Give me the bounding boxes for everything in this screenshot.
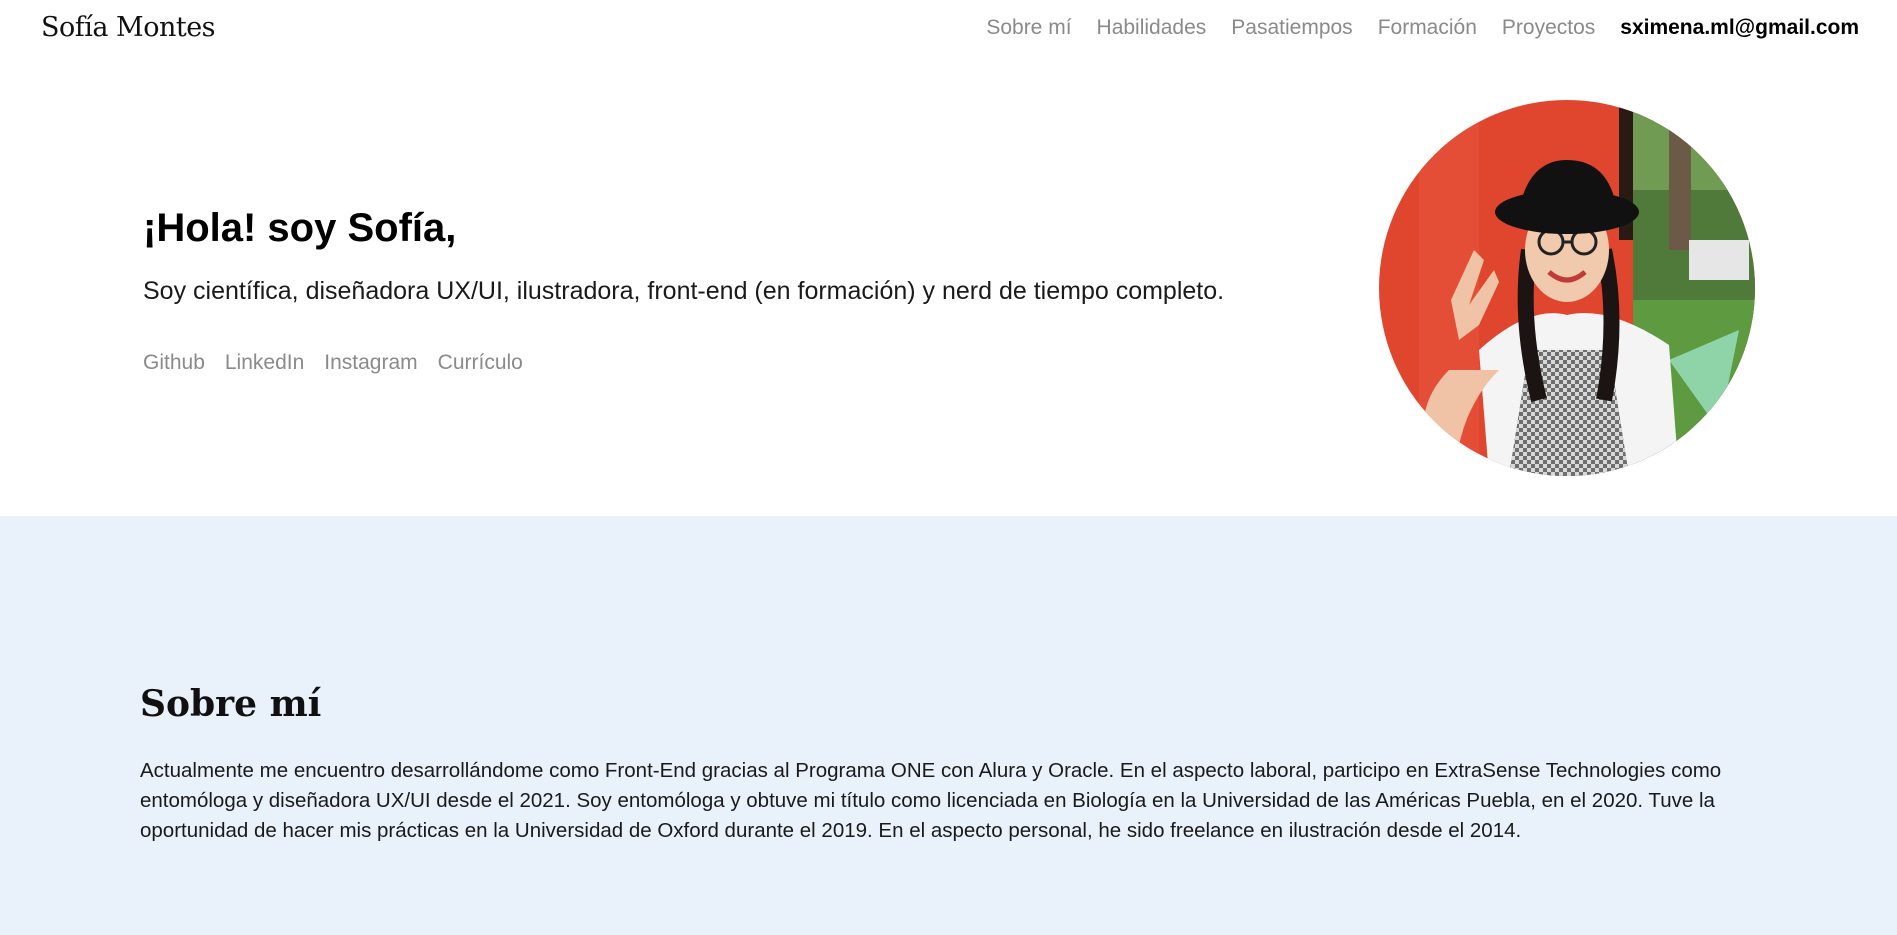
nav-link-about[interactable]: Sobre mí: [986, 16, 1071, 40]
nav-email-link[interactable]: sximena.ml@gmail.com: [1620, 16, 1859, 40]
profile-photo: [1379, 100, 1755, 476]
about-section: Sobre mí Actualmente me encuentro desarr…: [0, 516, 1897, 935]
nav-link-hobbies[interactable]: Pasatiempos: [1231, 16, 1352, 40]
hero-subtitle: Soy científica, diseñadora UX/UI, ilustr…: [143, 277, 1225, 305]
main-nav: Sobre mí Habilidades Pasatiempos Formaci…: [986, 16, 1859, 40]
profile-photo-illustration: [1379, 100, 1755, 476]
about-paragraph: Actualmente me encuentro desarrollándome…: [140, 759, 1722, 842]
nav-link-skills[interactable]: Habilidades: [1097, 16, 1207, 40]
instagram-link[interactable]: Instagram: [324, 351, 417, 375]
portfolio-page: Sofía Montes Sobre mí Habilidades Pasati…: [0, 0, 1897, 935]
cv-link[interactable]: Currículo: [438, 351, 523, 375]
nav-link-education[interactable]: Formación: [1378, 16, 1477, 40]
linkedin-link[interactable]: LinkedIn: [225, 351, 304, 375]
about-title: Sobre mí: [140, 683, 322, 725]
site-header: Sofía Montes Sobre mí Habilidades Pasati…: [0, 0, 1897, 60]
hero-title: ¡Hola! soy Sofía,: [143, 206, 457, 250]
nav-link-projects[interactable]: Proyectos: [1502, 16, 1595, 40]
brand-name[interactable]: Sofía Montes: [41, 12, 216, 43]
github-link[interactable]: Github: [143, 351, 205, 375]
social-links: Github LinkedIn Instagram Currículo: [143, 351, 523, 375]
